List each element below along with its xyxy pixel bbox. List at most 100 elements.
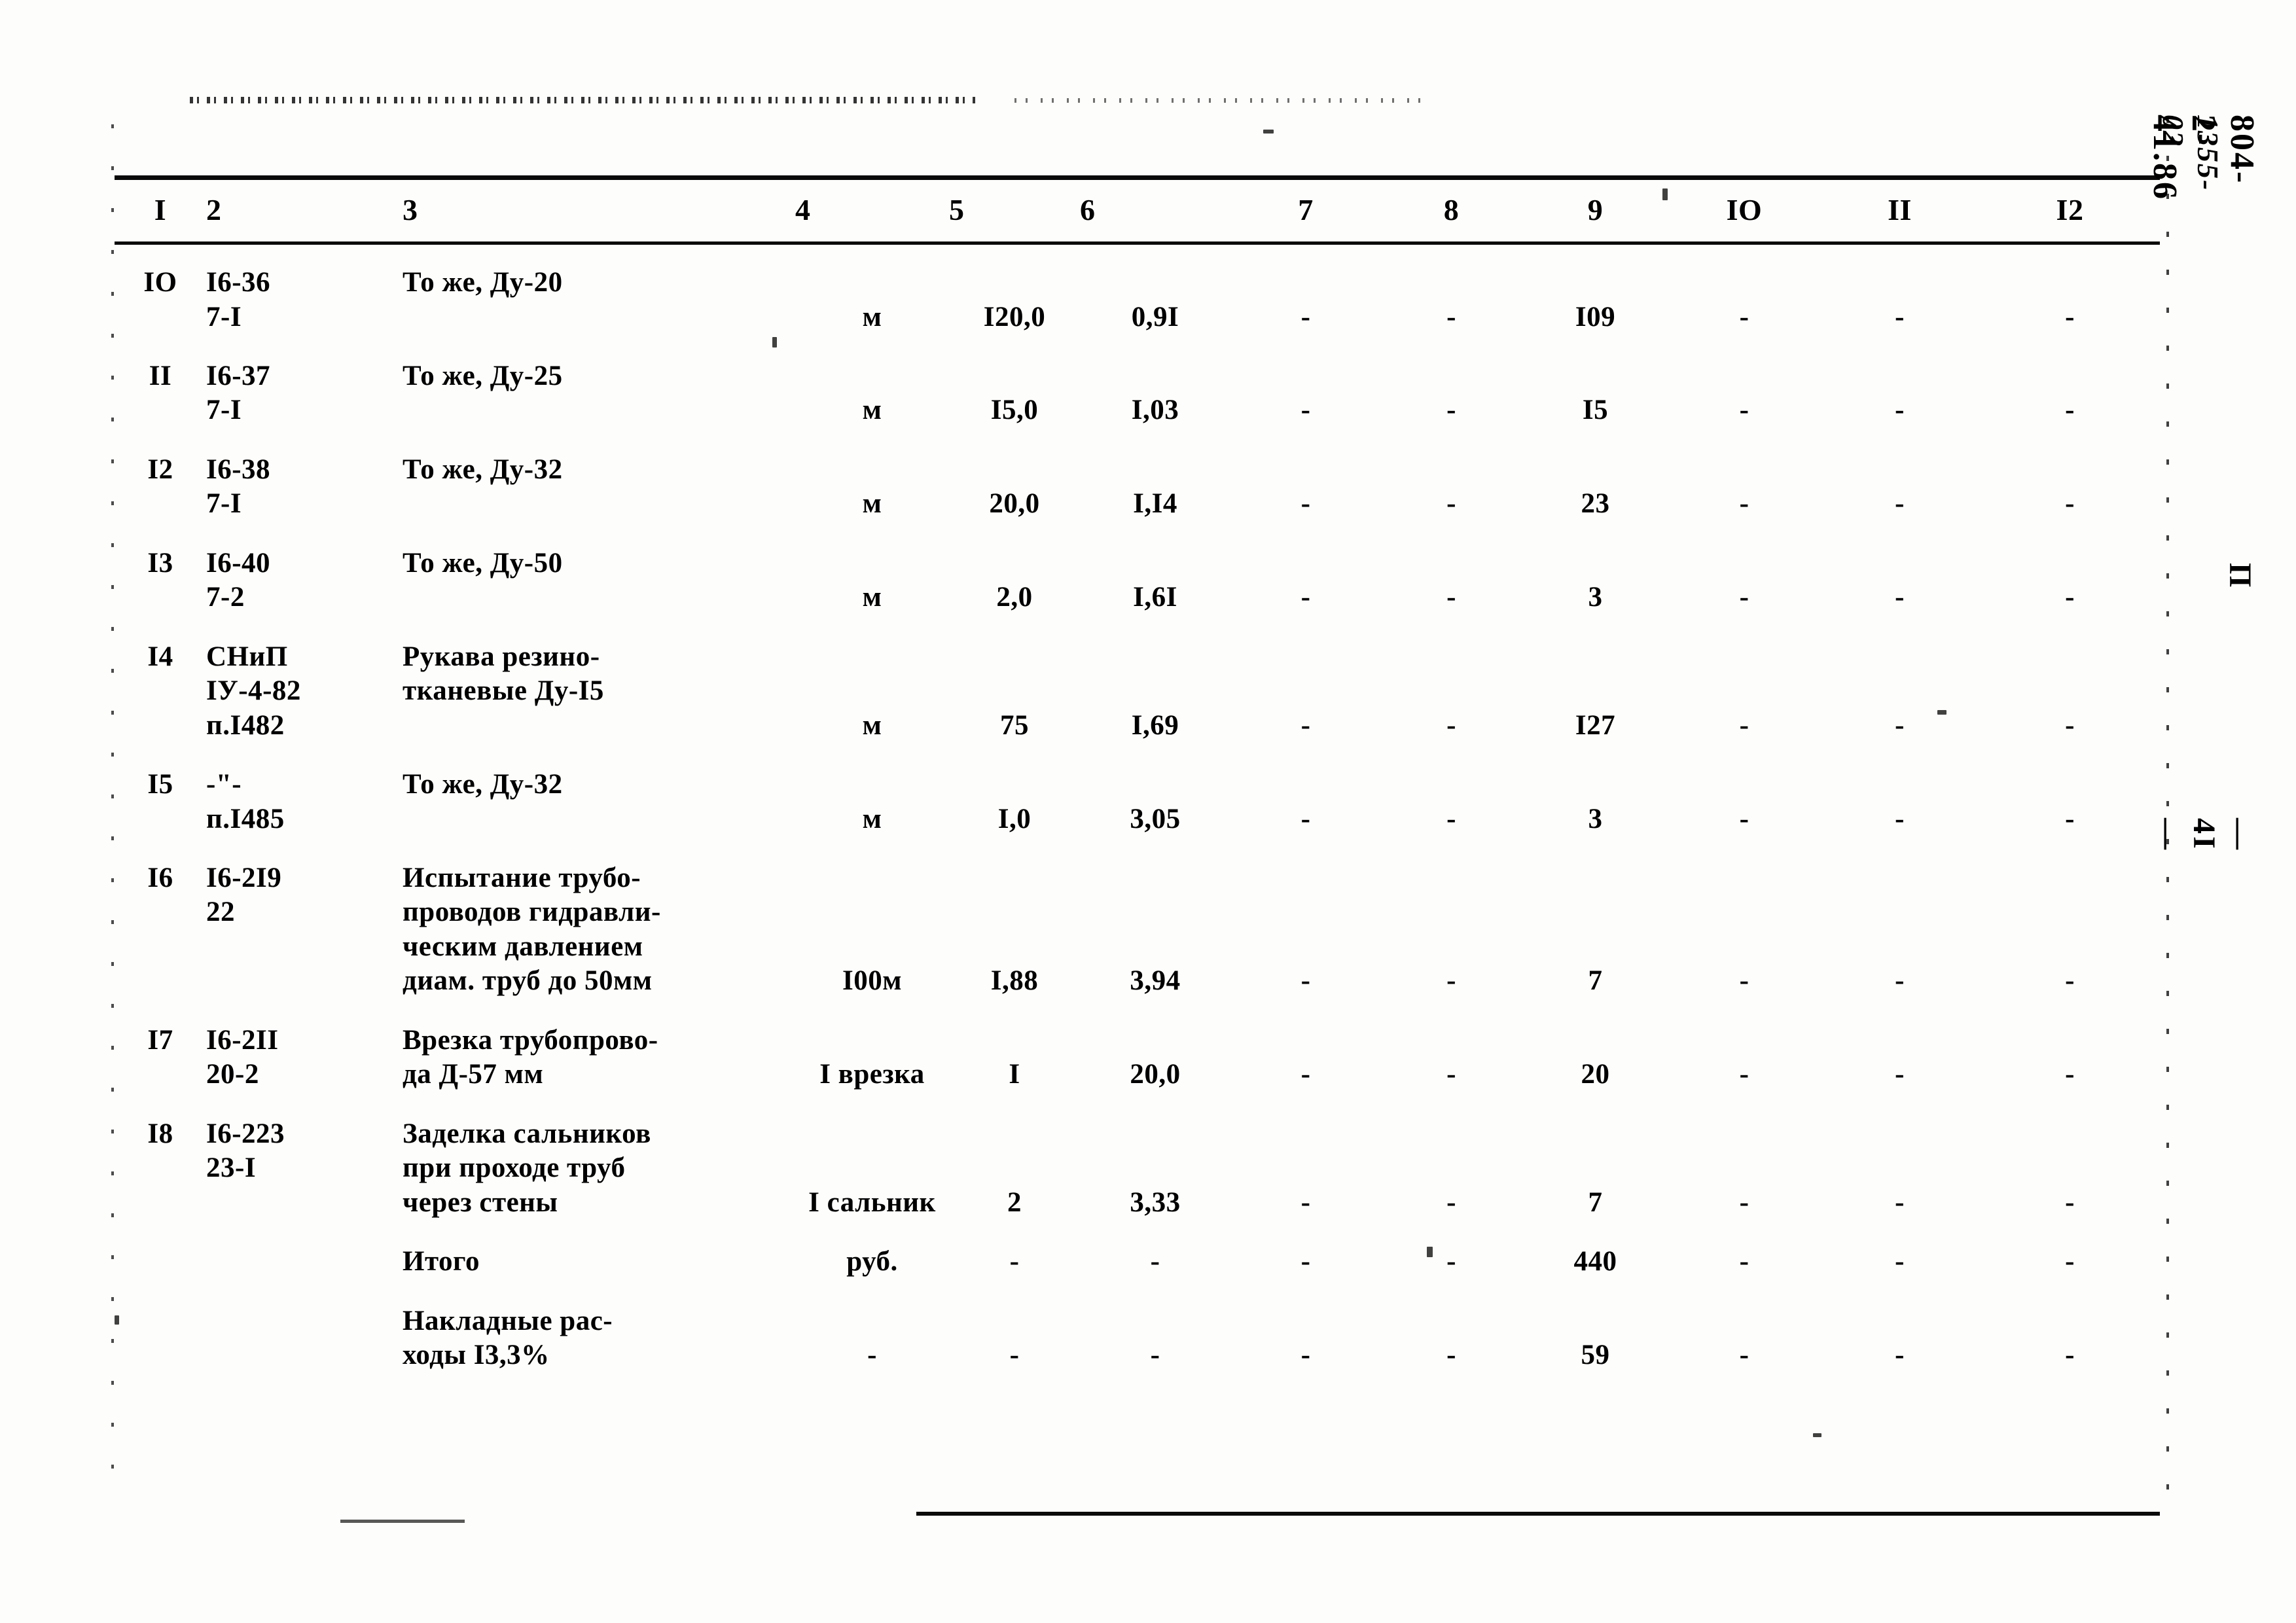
row-col11: - bbox=[1895, 488, 1905, 520]
column-header-1: I bbox=[154, 193, 167, 226]
table-row: I4 СНиП IУ-4-82 п.I482 Рукава резино- ткан… bbox=[115, 627, 2160, 755]
row-number: I4 bbox=[147, 641, 173, 672]
table-row: I8 I6-223 23-I Заделка сальников при прохо… bbox=[115, 1104, 2160, 1232]
row-col5: I20,0 bbox=[983, 301, 1046, 332]
row-description: Заделка сальников при проходе труб через… bbox=[403, 1118, 651, 1218]
row-unit: м bbox=[862, 301, 882, 332]
row-col12: - bbox=[2065, 803, 2075, 834]
row-col12: - bbox=[2065, 1186, 2075, 1218]
table-row: II I6-37 7-I То же, Ду-25 м I5,0 I,03 - - I5 - - - bbox=[115, 346, 2160, 440]
row-col11: - bbox=[1895, 582, 1905, 613]
row-col8: - bbox=[1446, 803, 1456, 834]
row-description: Испытание трубо- проводов гидравли- ческ… bbox=[403, 863, 661, 997]
row-unit: м bbox=[862, 488, 882, 520]
margin-mark: П bbox=[2223, 563, 2257, 588]
scan-speck bbox=[1813, 1433, 1821, 1437]
row-col6: 0,9I bbox=[1131, 301, 1179, 332]
row-col11: - bbox=[1895, 395, 1905, 426]
row-col12: - bbox=[2065, 709, 2075, 741]
row-unit: м bbox=[862, 582, 882, 613]
row-col5: - bbox=[1009, 1339, 1020, 1370]
row-number: I8 bbox=[147, 1118, 173, 1149]
row-unit: I врезка bbox=[819, 1059, 925, 1090]
row-description: Итого bbox=[403, 1246, 480, 1277]
row-col9: I09 bbox=[1575, 301, 1616, 332]
row-description: Накладные рас- ходы I3,3% bbox=[403, 1305, 613, 1370]
cost-table: I 2 3 4 5 6 7 8 9 IO II I2 IO I6-36 7-I То… bbox=[115, 175, 2160, 1384]
row-unit: м bbox=[862, 803, 882, 834]
row-col11: - bbox=[1895, 1339, 1905, 1370]
row-col8: - bbox=[1446, 1339, 1456, 1370]
row-number bbox=[115, 1291, 206, 1385]
row-number: I5 bbox=[147, 769, 173, 800]
row-col9: 20 bbox=[1581, 1059, 1610, 1090]
row-col6: I,69 bbox=[1131, 709, 1179, 741]
document-code: 804-2-41.86 bbox=[2146, 115, 2261, 201]
table-row: I7 I6-2II 20-2 Врезка трубопрово- да Д-57 … bbox=[115, 1010, 2160, 1104]
right-margin-ticks bbox=[2166, 118, 2169, 1505]
left-margin-ticks bbox=[111, 124, 114, 1492]
scanned-page: I 2 3 4 5 6 7 8 9 IO II I2 IO I6-36 7-I То… bbox=[0, 0, 2296, 1623]
row-col6: I,I4 bbox=[1133, 488, 1177, 520]
row-unit: I сальник bbox=[808, 1186, 936, 1218]
row-col8: - bbox=[1446, 301, 1456, 332]
row-col5: 2,0 bbox=[996, 582, 1033, 613]
row-col12: - bbox=[2065, 965, 2075, 997]
row-col6: 20,0 bbox=[1130, 1059, 1181, 1090]
row-col6: I,6I bbox=[1133, 582, 1177, 613]
table-row: Итого руб. - - - - 440 - - - bbox=[115, 1232, 2160, 1291]
table-row: Накладные рас- ходы I3,3% - - - - - 59 - - - bbox=[115, 1291, 2160, 1385]
row-col11: - bbox=[1895, 301, 1905, 332]
scan-speck bbox=[1263, 130, 1274, 134]
row-col11: - bbox=[1895, 1059, 1905, 1090]
column-header-5: 5 bbox=[949, 193, 965, 226]
row-col9: 440 bbox=[1573, 1246, 1617, 1277]
row-col12: - bbox=[2065, 1059, 2075, 1090]
row-col10: - bbox=[1739, 1246, 1749, 1277]
row-col10: - bbox=[1739, 1339, 1749, 1370]
row-col11: - bbox=[1895, 709, 1905, 741]
row-col11: - bbox=[1895, 1186, 1905, 1218]
column-header-3: 3 bbox=[403, 193, 418, 226]
table-body: IO I6-36 7-I То же, Ду-20 м I20,0 0,9I - - I09- -… bbox=[115, 253, 2160, 1384]
row-col7: - bbox=[1300, 965, 1311, 997]
table-bottom-rule-fragment bbox=[340, 1520, 465, 1523]
table-bottom-rule bbox=[916, 1512, 2160, 1516]
row-col7: - bbox=[1300, 1059, 1311, 1090]
table-row: I3 I6-40 7-2 То же, Ду-50 м 2,0 I,6I - - 3 - - - bbox=[115, 533, 2160, 627]
row-col9: 7 bbox=[1588, 1186, 1603, 1218]
row-col8: - bbox=[1446, 1246, 1456, 1277]
row-col10: - bbox=[1739, 488, 1749, 520]
row-col6: 3,05 bbox=[1130, 803, 1181, 834]
row-col8: - bbox=[1446, 1059, 1456, 1090]
table-top-rule bbox=[115, 175, 2160, 180]
row-description: То же, Ду-25 bbox=[403, 361, 563, 392]
row-code: I6-37 7-I bbox=[206, 361, 271, 426]
row-col9: I5 bbox=[1582, 395, 1609, 426]
row-col10: - bbox=[1739, 582, 1749, 613]
row-description: Врезка трубопрово- да Д-57 мм bbox=[403, 1024, 658, 1090]
row-col8: - bbox=[1446, 1186, 1456, 1218]
row-col5: 20,0 bbox=[989, 488, 1040, 520]
row-number: IO bbox=[143, 267, 177, 298]
row-col5: I bbox=[1009, 1059, 1020, 1090]
column-header-11: II bbox=[1888, 193, 1912, 226]
page-number-marker: — 4I — bbox=[2151, 818, 2257, 852]
row-col6: 3,33 bbox=[1130, 1186, 1181, 1218]
table-row: I6 I6-2I9 22 Испытание трубо- проводов гид… bbox=[115, 848, 2160, 1010]
column-header-2: 2 bbox=[206, 193, 222, 226]
row-col10: - bbox=[1739, 965, 1749, 997]
row-col5: 2 bbox=[1007, 1186, 1022, 1218]
row-code: I6-36 7-I bbox=[206, 267, 271, 332]
row-unit: м bbox=[862, 709, 882, 741]
row-col9: I27 bbox=[1575, 709, 1616, 741]
row-col11: - bbox=[1895, 803, 1905, 834]
row-unit: - bbox=[867, 1339, 877, 1370]
row-col8: - bbox=[1446, 709, 1456, 741]
row-col12: - bbox=[2065, 582, 2075, 613]
row-description: То же, Ду-50 bbox=[403, 547, 563, 579]
row-col10: - bbox=[1739, 803, 1749, 834]
row-col5: I,88 bbox=[990, 965, 1039, 997]
column-header-8: 8 bbox=[1443, 193, 1460, 226]
row-col10: - bbox=[1739, 301, 1749, 332]
